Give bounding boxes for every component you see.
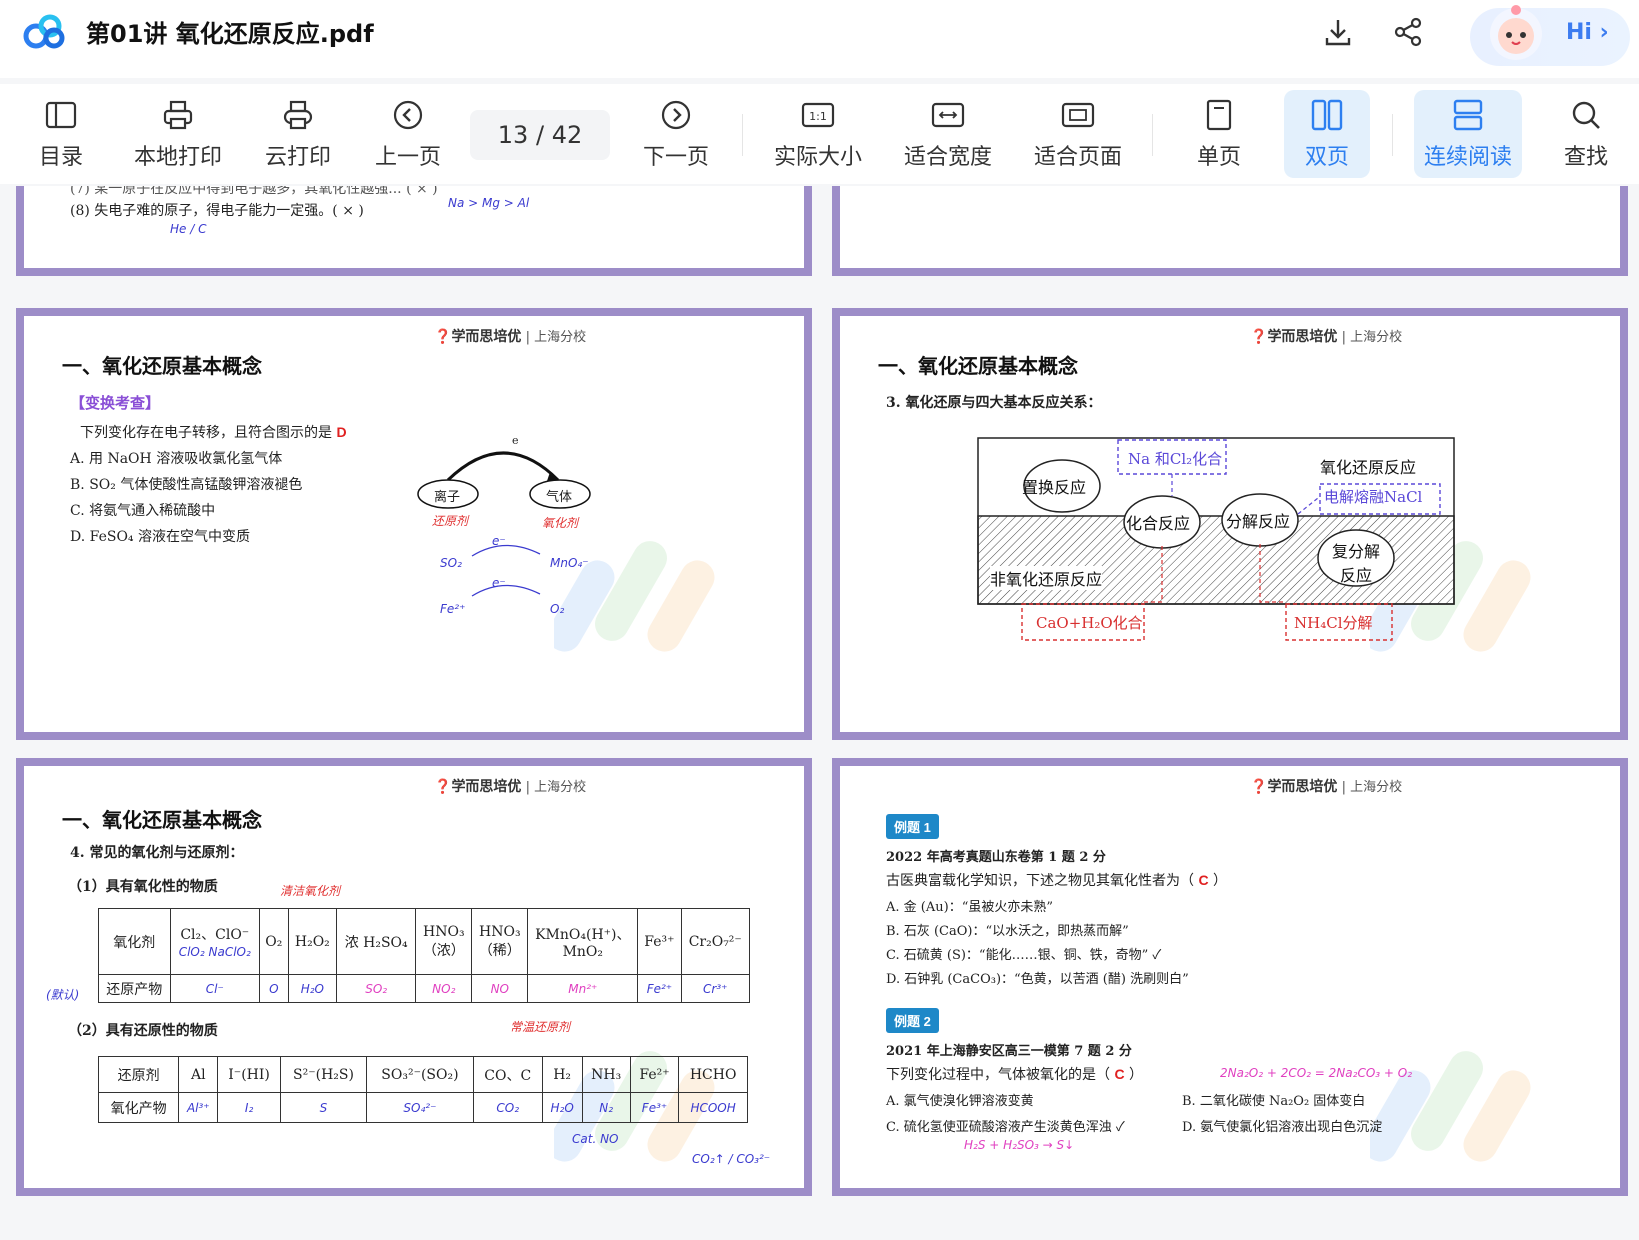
assistant-hi-label[interactable]: Hi ›: [1566, 20, 1609, 45]
chevron-left-circle-icon: [390, 97, 426, 133]
svg-text:1:1: 1:1: [809, 110, 827, 123]
search-button[interactable]: 查找: [1554, 90, 1618, 178]
local-print-button[interactable]: 本地打印: [130, 90, 226, 178]
chevron-right-circle-icon: [658, 97, 694, 133]
page-slide-examples: ❓学而思培优 | 上海分校 例题 1 2022 年高考真题山东卷第 1 题 2 …: [832, 758, 1628, 1196]
page-indicator[interactable]: 13 / 42: [470, 110, 610, 160]
example-question: 下列变化过程中，气体被氧化的是（ C ）: [886, 1066, 1144, 1083]
baidu-netdisk-logo-icon: [23, 14, 65, 49]
exercise-tag: 【变换考查】: [70, 394, 161, 412]
cloud-printer-icon: [280, 97, 316, 133]
assistant-avatar-icon[interactable]: [1476, 0, 1556, 70]
continuous-read-icon: [1450, 97, 1486, 133]
fit-page-button[interactable]: 适合页面: [1030, 90, 1126, 178]
slide-title: 一、氧化还原基本概念: [62, 354, 262, 378]
toolbar-divider: [1392, 114, 1393, 156]
title-bar: 第01讲 氧化还原反应.pdf Hi ›: [0, 0, 1639, 78]
fit-width-button[interactable]: 适合宽度: [900, 90, 996, 178]
search-icon: [1568, 97, 1604, 133]
continuous-read-button[interactable]: 连续阅读: [1414, 90, 1522, 178]
page-slide-partial-left: (7) 某一原子在反应中得到电子越多，其氧化性越强... ( × ) (8) 失…: [16, 186, 812, 276]
printer-icon: [160, 97, 196, 133]
slide-title: 一、氧化还原基本概念: [62, 808, 262, 832]
toc-icon: [43, 97, 79, 133]
brand-logo: ❓学而思培优 | 上海分校: [434, 779, 587, 795]
double-page-button[interactable]: 双页: [1284, 90, 1370, 178]
document-title: 第01讲 氧化还原反应.pdf: [86, 20, 374, 48]
brand-logo: ❓学而思培优 | 上海分校: [1250, 779, 1403, 795]
pdf-viewer[interactable]: (7) 某一原子在反应中得到电子越多，其氧化性越强... ( × ) (8) 失…: [0, 186, 1639, 1240]
share-icon[interactable]: [1390, 14, 1426, 50]
toolbar-divider: [742, 114, 743, 156]
toc-button[interactable]: 目录: [30, 90, 92, 178]
example-question: 古医典富载化学知识，下述之物见其氧化性者为（ C ）: [886, 872, 1228, 889]
page-slide-partial-right: [832, 186, 1628, 276]
example-badge: 例题 2: [886, 1008, 939, 1033]
slide-title: 一、氧化还原基本概念: [878, 354, 1078, 378]
hand-arrows: [471, 544, 541, 597]
slide-subtitle: 3. 氧化还原与四大基本反应关系：: [886, 395, 1102, 411]
example-badge: 例题 1: [886, 814, 939, 839]
actual-size-icon: 1:1: [800, 97, 836, 133]
download-icon[interactable]: [1320, 14, 1356, 50]
page-slide-redox-exercise: ❓学而思培优 | 上海分校 一、氧化还原基本概念 【变换考查】 下列变化存在电子…: [16, 308, 812, 740]
next-page-button[interactable]: 下一页: [640, 90, 712, 178]
page-slide-oxidants-reductants: ❓学而思培优 | 上海分校 一、氧化还原基本概念 4. 常见的氧化剂与还原剂： …: [16, 758, 812, 1196]
single-page-icon: [1201, 97, 1237, 133]
cloud-print-button[interactable]: 云打印: [262, 90, 334, 178]
fit-page-icon: [1060, 97, 1096, 133]
fit-width-icon: [930, 97, 966, 133]
actual-size-button[interactable]: 1:1 实际大小: [770, 90, 866, 178]
brand-logo: ❓学而思培优 | 上海分校: [1250, 329, 1403, 345]
reader-toolbar: 目录 本地打印 云打印 上一页 13 / 42 下一页 1:1 实际大小 适合宽…: [0, 84, 1639, 184]
test-tube-watermark-icon: [1370, 1051, 1531, 1162]
brand-logo: ❓学而思培优 | 上海分校: [434, 329, 587, 345]
oxidant-table: 氧化剂 Cl₂、ClO⁻ ClO₂ NaClO₂ O₂ H₂O₂ 浓 H₂SO₄ …: [98, 908, 751, 1003]
question-text: 下列变化存在电子转移，且符合图示的是 D: [80, 424, 347, 441]
toolbar-divider: [1152, 114, 1153, 156]
reductant-table: 还原剂 Al I⁻(HI) S²⁻(H₂S) SO₃²⁻(SO₂) CO、C H…: [97, 1056, 748, 1123]
prev-page-button[interactable]: 上一页: [372, 90, 444, 178]
single-page-button[interactable]: 单页: [1182, 90, 1256, 178]
double-page-icon: [1309, 97, 1345, 133]
page-slide-reaction-relationship: ❓学而思培优 | 上海分校 一、氧化还原基本概念 3. 氧化还原与四大基本反应关…: [832, 308, 1628, 740]
